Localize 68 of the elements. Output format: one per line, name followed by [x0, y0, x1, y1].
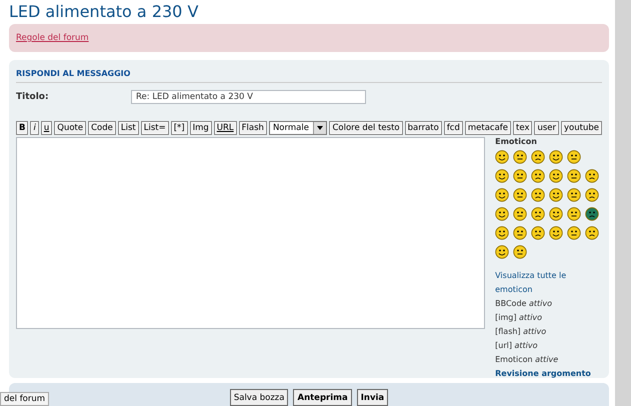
format-button[interactable]: [*] — [170, 121, 188, 135]
format-button[interactable]: URL — [214, 121, 237, 135]
subject-input[interactable]: Re: LED alimentato a 230 V — [131, 90, 366, 104]
format-button[interactable]: i — [30, 121, 39, 135]
smiley-icon[interactable] — [495, 245, 510, 259]
smiley-icon[interactable] — [495, 150, 510, 164]
smiley-icon[interactable] — [531, 150, 546, 164]
format-button[interactable]: Quote — [54, 121, 86, 135]
smiley-icon[interactable] — [549, 226, 564, 240]
smiley-icon[interactable] — [531, 188, 546, 202]
status-line: BBCode attivo — [495, 298, 554, 310]
format-button[interactable]: List — [118, 121, 139, 135]
smiley-icon[interactable] — [549, 169, 564, 183]
smiley-icon[interactable] — [513, 245, 528, 259]
emoticon-heading: Emoticon — [495, 137, 538, 146]
status-line: [flash] attivo — [495, 326, 548, 338]
smiley-icon[interactable] — [567, 226, 582, 240]
smiley-icon[interactable] — [549, 188, 564, 202]
subject-label: Titolo: — [16, 92, 50, 102]
smiley-icon[interactable] — [513, 188, 528, 202]
smiley-icon[interactable] — [549, 150, 564, 164]
format-button[interactable]: List= — [140, 121, 169, 135]
smiley-icon[interactable] — [567, 188, 582, 202]
action-button[interactable]: Anteprima — [293, 389, 352, 406]
format-button[interactable]: Code — [88, 121, 116, 135]
smiley-icon[interactable] — [585, 207, 600, 221]
smiley-icon[interactable] — [513, 150, 528, 164]
smiley-icon[interactable] — [495, 226, 510, 240]
format-button[interactable]: tex — [513, 121, 532, 135]
smiley-icon[interactable] — [495, 188, 510, 202]
smiley-icon[interactable] — [513, 226, 528, 240]
smiley-icon[interactable] — [585, 226, 600, 240]
smiley-icon[interactable] — [531, 226, 546, 240]
smiley-icon[interactable] — [549, 207, 564, 221]
format-button[interactable]: youtube — [561, 121, 602, 135]
smiley-icon[interactable] — [495, 169, 510, 183]
smiley-icon[interactable] — [567, 207, 582, 221]
format-button[interactable]: barrato — [404, 121, 442, 135]
format-button[interactable]: Img — [190, 121, 212, 135]
format-button[interactable]: fcd — [444, 121, 463, 135]
smiley-icon[interactable] — [585, 188, 600, 202]
smiley-icon[interactable] — [513, 169, 528, 183]
topic-title: LED alimentato a 230 V — [9, 1, 200, 23]
action-button[interactable]: Invia — [356, 389, 388, 406]
smiley-icon[interactable] — [567, 169, 582, 183]
view-all-emoticons-link[interactable]: Visualizza tutte le emoticon — [495, 269, 602, 297]
topic-review-link[interactable]: Revisione argomento — [495, 367, 602, 381]
action-button[interactable]: Salva bozza — [230, 389, 288, 406]
smiley-icon[interactable] — [513, 207, 528, 221]
forum-rules-link[interactable]: Regole del forum — [16, 33, 89, 43]
status-tooltip: del forum — [0, 392, 50, 406]
format-button[interactable]: Flash — [238, 121, 267, 135]
format-button[interactable]: Colore del testo — [329, 121, 403, 135]
smiley-icon[interactable] — [531, 169, 546, 183]
smiley-icon[interactable] — [531, 207, 546, 221]
section-heading: RISPONDI AL MESSAGGIO — [16, 66, 602, 83]
smiley-icon[interactable] — [495, 207, 510, 221]
format-button[interactable]: u — [40, 121, 52, 135]
caret-icon — [317, 126, 324, 130]
smiley-icon[interactable] — [567, 150, 582, 164]
status-line: [url] attivo — [495, 340, 539, 352]
format-button[interactable]: B — [16, 121, 28, 135]
status-line: [img] attivo — [495, 312, 544, 324]
font-size-select[interactable]: Normale — [268, 121, 328, 135]
format-button[interactable]: user — [534, 121, 560, 135]
format-button[interactable]: metacafe — [464, 121, 512, 135]
smiley-icon[interactable] — [585, 169, 600, 183]
status-line: Emoticon attive — [495, 354, 560, 366]
